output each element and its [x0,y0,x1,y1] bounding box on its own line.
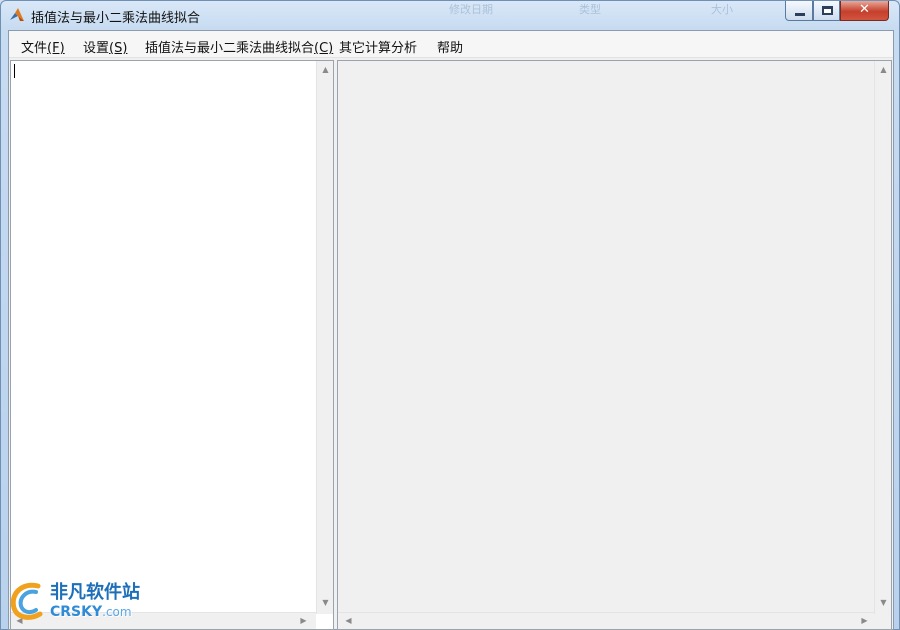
crsky-logo-icon [10,582,43,620]
menu-other-analysis-label: 其它计算分析 [339,41,418,56]
menu-bar: 文件(F) 设置(S) 插值法与最小二乘法曲线拟合(C) 其它计算分析 帮助 [9,31,893,58]
menu-other-analysis[interactable]: 其它计算分析 [339,37,417,56]
menu-file-label: 文件 [21,41,48,56]
close-icon: ✕ [859,2,870,17]
menu-file[interactable]: 文件(F) [21,37,65,56]
watermark-en-name: CRSKY [50,604,103,620]
ghost-column-size: 大小 [711,3,733,16]
menu-curve-fitting-label: 插值法与最小二乘法曲线拟合 [145,41,315,56]
menu-settings-mnemonic: (S) [109,41,128,56]
right-horizontal-scrollbar[interactable]: ◀ ▶ [338,612,874,629]
app-window: 插值法与最小二乘法曲线拟合 修改日期 类型 大小 ✕ 文件(F) 设置(S) 插… [0,0,900,630]
scroll-down-icon[interactable]: ▼ [317,598,334,607]
client-area: 文件(F) 设置(S) 插值法与最小二乘法曲线拟合(C) 其它计算分析 帮助 ▲… [8,30,894,630]
scroll-up-icon[interactable]: ▲ [875,65,892,74]
menu-help[interactable]: 帮助 [437,37,463,56]
scroll-left-icon[interactable]: ◀ [340,616,357,625]
menu-settings-label: 设置 [83,41,110,56]
text-caret [14,64,15,78]
watermark-cn: 非凡软件站 [50,582,140,603]
scroll-right-icon[interactable]: ▶ [856,616,873,625]
menu-settings[interactable]: 设置(S) [83,37,127,56]
maximize-icon [822,6,833,15]
scroll-right-icon[interactable]: ▶ [295,616,312,625]
scroll-down-icon[interactable]: ▼ [875,598,892,607]
scroll-up-icon[interactable]: ▲ [317,65,334,74]
minimize-icon [795,13,805,16]
input-text-area[interactable]: ▲ ▼ ◀ ▶ [10,60,334,630]
right-vertical-scrollbar[interactable]: ▲ ▼ [874,61,891,614]
left-vertical-scrollbar[interactable]: ▲ ▼ [316,61,333,614]
output-panel[interactable]: ▲ ▼ ◀ ▶ [337,60,892,630]
menu-curve-fitting-mnemonic: (C) [314,41,334,56]
watermark-domain: .com [102,605,132,619]
matlab-logo-icon [10,8,24,21]
ghost-column-type: 类型 [579,3,601,16]
watermark-en: CRSKY.com [50,604,132,620]
menu-help-label: 帮助 [437,41,464,56]
minimize-button[interactable] [785,1,813,21]
menu-curve-fitting[interactable]: 插值法与最小二乘法曲线拟合(C) [145,37,333,56]
title-bar[interactable]: 插值法与最小二乘法曲线拟合 修改日期 类型 大小 ✕ [1,1,899,29]
maximize-button[interactable] [813,1,840,21]
ghost-column-date: 修改日期 [449,3,493,16]
window-title: 插值法与最小二乘法曲线拟合 [31,11,201,26]
watermark: 非凡软件站 CRSKY.com [6,576,146,626]
close-button[interactable]: ✕ [840,1,889,21]
menu-file-mnemonic: (F) [47,41,65,56]
